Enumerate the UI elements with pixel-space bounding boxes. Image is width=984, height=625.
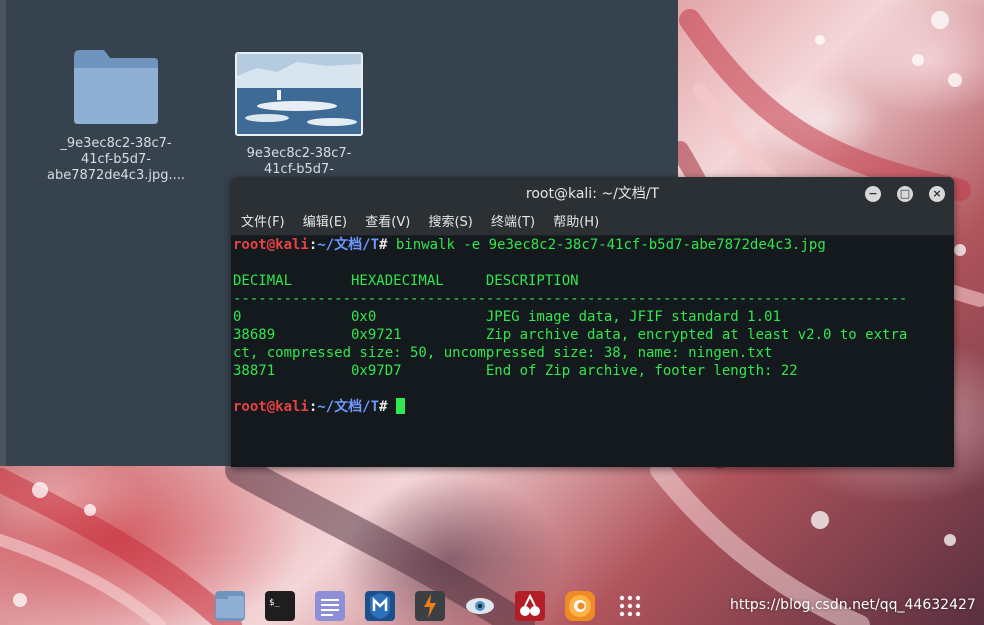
text-editor-icon[interactable] <box>315 591 345 621</box>
image-thumbnail <box>235 52 363 136</box>
output-divider: ----------------------------------------… <box>233 291 908 307</box>
prompt-line[interactable]: root@kali:~/文档/T# <box>233 398 954 416</box>
output-row: ct, compressed size: 50, uncompressed si… <box>233 345 773 361</box>
output-row: 38689 0x9721 Zip archive data, encrypted… <box>233 327 908 343</box>
prompt-path: ~/文档/T <box>317 237 380 253</box>
minimize-icon[interactable]: − <box>865 186 881 202</box>
menu-search[interactable]: 搜索(S) <box>428 215 472 230</box>
terminal-window[interactable]: root@kali: ~/文档/T − □ × 文件(F) 编辑(E) 查看(V… <box>231 177 954 467</box>
svg-text:$_: $_ <box>269 598 280 608</box>
prompt-user: root@kali <box>233 399 309 415</box>
menu-view[interactable]: 查看(V) <box>365 215 410 230</box>
menu-help[interactable]: 帮助(H) <box>553 215 599 230</box>
desktop-file-image[interactable]: 9e3ec8c2-38c7- 41cf-b5d7- <box>229 52 369 178</box>
menu-edit[interactable]: 编辑(E) <box>303 215 347 230</box>
file-label: _9e3ec8c2-38c7- 41cf-b5d7- abe7872de4c3.… <box>46 136 186 183</box>
watermark-url: https://blog.csdn.net/qq_44632427 <box>730 597 976 613</box>
firefox-icon[interactable] <box>565 591 595 621</box>
menu-terminal[interactable]: 终端(T) <box>491 215 535 230</box>
folder-icon <box>72 48 160 126</box>
prompt-user: root@kali <box>233 237 309 253</box>
cherrytree-icon[interactable] <box>515 591 545 621</box>
desktop-file-folder[interactable]: _9e3ec8c2-38c7- 41cf-b5d7- abe7872de4c3.… <box>46 48 186 184</box>
metasploit-icon[interactable] <box>365 591 395 621</box>
prompt-path: ~/文档/T <box>317 399 380 415</box>
maximize-icon[interactable]: □ <box>897 186 913 202</box>
file-label: 9e3ec8c2-38c7- 41cf-b5d7- <box>246 146 352 177</box>
prompt-hash: # <box>379 399 388 415</box>
terminal-output[interactable]: root@kali:~/文档/T# binwalk -e 9e3ec8c2-38… <box>231 236 954 416</box>
app-grid-icon[interactable] <box>615 591 645 621</box>
terminal-menubar: 文件(F) 编辑(E) 查看(V) 搜索(S) 终端(T) 帮助(H) <box>231 211 954 236</box>
output-row: 38871 0x97D7 End of Zip archive, footer … <box>233 363 798 379</box>
close-icon[interactable]: × <box>929 186 945 202</box>
dock: $_ <box>208 588 658 625</box>
eye-icon[interactable] <box>465 591 495 621</box>
burpsuite-icon[interactable] <box>415 591 445 621</box>
output-header: DECIMAL HEXADECIMAL DESCRIPTION <box>233 273 579 289</box>
terminal-titlebar[interactable]: root@kali: ~/文档/T − □ × <box>231 177 954 211</box>
command-text: binwalk -e 9e3ec8c2-38c7-41cf-b5d7-abe78… <box>387 237 826 253</box>
output-row: 0 0x0 JPEG image data, JFIF standard 1.0… <box>233 309 781 325</box>
files-icon[interactable] <box>215 591 245 621</box>
text-cursor <box>395 398 405 414</box>
terminal-icon[interactable]: $_ <box>265 591 295 621</box>
window-title: root@kali: ~/文档/T <box>525 186 660 202</box>
command-line: root@kali:~/文档/T# binwalk -e 9e3ec8c2-38… <box>233 236 954 254</box>
menu-file[interactable]: 文件(F) <box>241 215 285 230</box>
